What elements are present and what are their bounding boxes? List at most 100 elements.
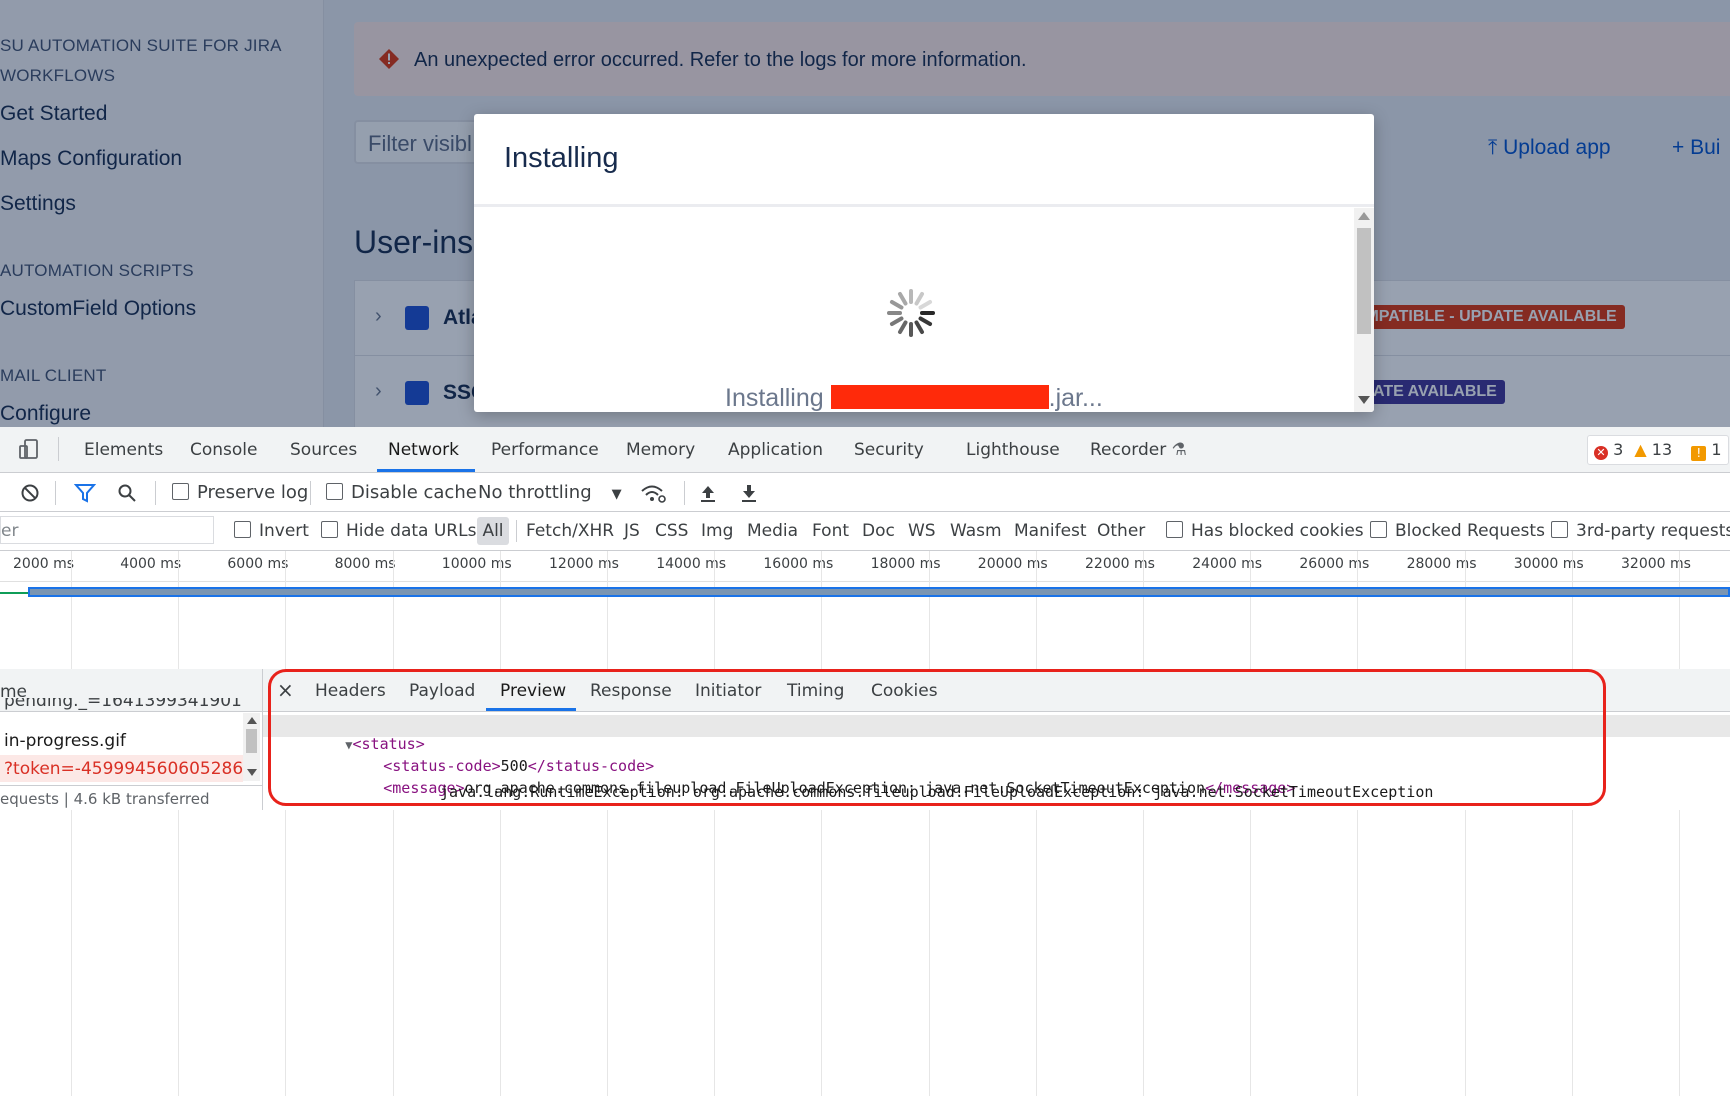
filter-type-js[interactable]: JS	[624, 521, 640, 541]
dialog-scrollbar-thumb[interactable]	[1357, 228, 1371, 334]
network-filter-input[interactable]: er	[0, 516, 214, 544]
network-toolbar: Preserve log Disable cache No throttling…	[0, 473, 1730, 512]
warning-count-icon: ▲	[1634, 440, 1647, 459]
devtools-tab-bar: Elements Console Sources Network Perform…	[0, 427, 1730, 473]
error-count-icon: ✕	[1594, 446, 1608, 460]
tab-memory[interactable]: Memory	[626, 440, 695, 460]
filter-type-media[interactable]: Media	[747, 521, 798, 541]
timeline-gridline	[1571, 551, 1573, 1096]
disable-cache-checkbox[interactable]: Disable cache	[326, 482, 477, 503]
tab-recorder[interactable]: Recorder ⚗	[1090, 440, 1187, 460]
annotation-highlight-box	[268, 669, 1606, 806]
import-har-icon[interactable]	[698, 483, 718, 503]
issues-counter[interactable]: ✕ 3 ▲ 13 ! 1	[1587, 435, 1729, 465]
device-toolbar-icon[interactable]	[18, 438, 40, 460]
divider	[58, 437, 59, 461]
devtools-panel: Elements Console Sources Network Perform…	[0, 427, 1730, 1096]
timeline-tick-label: 12000 ms	[549, 556, 619, 572]
hide-data-urls-checkbox[interactable]: Hide data URLs	[321, 521, 476, 541]
preserve-log-checkbox[interactable]: Preserve log	[172, 482, 308, 503]
spinner-spoke	[914, 320, 924, 335]
filter-type-wasm[interactable]: Wasm	[950, 521, 1002, 541]
filter-type-fetch-xhr[interactable]: Fetch/XHR	[526, 521, 614, 541]
clear-icon[interactable]	[20, 483, 40, 503]
tab-console[interactable]: Console	[190, 440, 258, 460]
checkbox-box[interactable]	[321, 521, 338, 538]
checkbox-box[interactable]	[1551, 521, 1568, 538]
filter-type-doc[interactable]: Doc	[862, 521, 895, 541]
timeline-tick-label: 14000 ms	[656, 556, 727, 572]
divider	[684, 481, 685, 505]
request-row[interactable]: pending._=1641399341901	[0, 698, 243, 725]
export-har-icon[interactable]	[739, 483, 759, 503]
request-summary-text: equests | 4.6 kB transferred	[0, 790, 210, 808]
invert-label: Invert	[259, 521, 309, 541]
network-conditions-icon[interactable]	[640, 482, 666, 504]
spinner-icon	[887, 289, 935, 337]
checkbox-box[interactable]	[326, 483, 343, 500]
tab-elements[interactable]: Elements	[84, 440, 163, 460]
scroll-up-icon[interactable]	[247, 717, 257, 724]
has-blocked-cookies-checkbox[interactable]: Has blocked cookies	[1166, 521, 1364, 541]
scroll-down-icon[interactable]	[1358, 396, 1370, 404]
timeline-tick-label: 30000 ms	[1513, 556, 1584, 572]
checkbox-box[interactable]	[1166, 521, 1183, 538]
timeline-tick-label: 10000 ms	[441, 556, 512, 572]
filter-type-img[interactable]: Img	[701, 521, 733, 541]
blocked-requests-checkbox[interactable]: Blocked Requests	[1370, 521, 1545, 541]
scroll-up-icon[interactable]	[1358, 212, 1370, 220]
timeline-tick-label: 2000 ms	[13, 556, 75, 572]
request-list-scrollbar[interactable]	[243, 713, 260, 781]
third-party-requests-checkbox[interactable]: 3rd-party requests	[1551, 521, 1730, 541]
timeline-bar-dns	[0, 592, 28, 594]
throttling-select[interactable]: No throttling ▼	[478, 482, 622, 503]
timeline-gridline	[928, 551, 930, 1096]
network-filter-bar: er Invert Hide data URLs All Fetch/XHR J…	[0, 512, 1730, 551]
filter-type-ws[interactable]: WS	[908, 521, 936, 541]
filter-type-font[interactable]: Font	[812, 521, 849, 541]
hide-data-urls-label: Hide data URLs	[346, 521, 477, 541]
timeline-gridline	[821, 551, 823, 1096]
timeline-tick-label: 16000 ms	[763, 556, 834, 572]
timeline-gridline	[1464, 551, 1466, 1096]
timeline-tick-label: 22000 ms	[1085, 556, 1155, 572]
active-tab-indicator	[377, 469, 475, 472]
request-row-failed[interactable]: ?token=-4599945606052868	[0, 755, 243, 782]
filter-type-all[interactable]: All	[477, 517, 509, 545]
invert-checkbox[interactable]: Invert	[234, 521, 309, 541]
issues-icon: !	[1691, 446, 1707, 461]
tab-application[interactable]: Application	[728, 440, 823, 460]
flask-icon: ⚗	[1171, 440, 1187, 460]
tab-sources[interactable]: Sources	[290, 440, 357, 460]
scroll-down-icon[interactable]	[247, 769, 257, 776]
third-party-requests-label: 3rd-party requests	[1576, 521, 1730, 541]
dialog-scrollbar[interactable]	[1354, 208, 1374, 412]
scrollbar-thumb[interactable]	[246, 729, 257, 753]
checkbox-box[interactable]	[234, 521, 251, 538]
filter-icon[interactable]	[74, 483, 96, 503]
tab-security[interactable]: Security	[854, 440, 924, 460]
spinner-spoke	[898, 291, 908, 306]
tab-performance[interactable]: Performance	[491, 440, 599, 460]
request-name: in-progress.gif	[4, 731, 126, 751]
preserve-log-label: Preserve log	[197, 482, 309, 503]
search-icon[interactable]	[117, 483, 137, 503]
spinner-spoke	[918, 316, 933, 326]
filter-type-css[interactable]: CSS	[655, 521, 688, 541]
timeline-tick-label: 18000 ms	[870, 556, 941, 572]
timeline-ruler[interactable]: 2000 ms 4000 ms 6000 ms 8000 ms 10000 ms 1200…	[0, 551, 1730, 582]
request-name: pending._=1641399341901	[4, 698, 242, 711]
redacted-filename	[830, 385, 1049, 409]
filter-type-manifest[interactable]: Manifest	[1014, 521, 1087, 541]
timeline-bar-request[interactable]	[28, 587, 1730, 597]
timeline-gridline	[285, 551, 287, 1096]
request-row[interactable]: in-progress.gif	[0, 727, 243, 754]
filter-type-other[interactable]: Other	[1097, 521, 1145, 541]
checkbox-box[interactable]	[1370, 521, 1387, 538]
timeline-gridline	[178, 551, 180, 1096]
tab-network[interactable]: Network	[388, 440, 459, 460]
checkbox-box[interactable]	[172, 483, 189, 500]
tab-lighthouse[interactable]: Lighthouse	[966, 440, 1060, 460]
install-status-prefix: Installing	[725, 384, 831, 412]
tab-recorder-label: Recorder	[1090, 440, 1167, 460]
